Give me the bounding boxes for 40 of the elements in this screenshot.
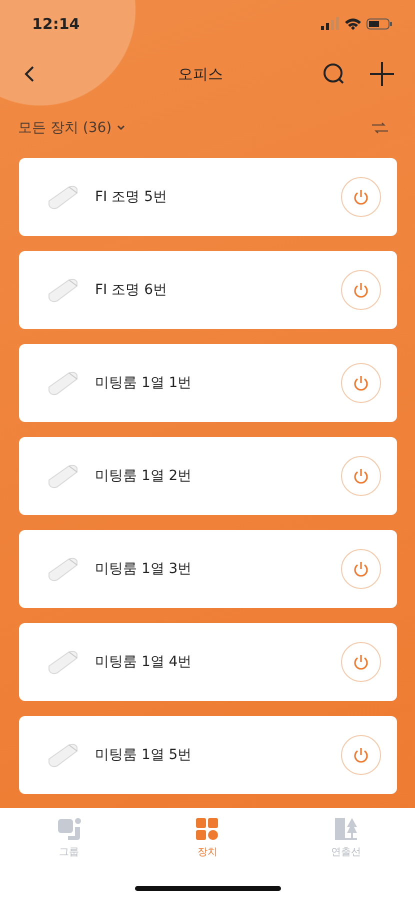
power-button[interactable]	[341, 270, 381, 310]
grid-icon	[195, 817, 220, 841]
power-icon	[352, 374, 370, 392]
device-card[interactable]: FI 조명 6번	[19, 251, 397, 329]
group-icon	[56, 817, 82, 841]
device-card[interactable]: 미팅룸 1열 3번	[19, 530, 397, 608]
signal-icon	[321, 17, 339, 30]
device-card[interactable]: 미팅룸 1열 4번	[19, 623, 397, 701]
status-time: 12:14	[32, 15, 80, 33]
device-card[interactable]: 미팅룸 1열 5번	[19, 716, 397, 794]
device-card[interactable]: 미팅룸 1열 2번	[19, 437, 397, 515]
power-button[interactable]	[341, 642, 381, 682]
device-name: FI 조명 6번	[95, 281, 168, 299]
power-icon	[352, 653, 370, 671]
plus-icon	[369, 61, 395, 87]
caret-icon	[116, 124, 126, 132]
power-icon	[352, 188, 370, 206]
device-name: FI 조명 5번	[95, 188, 168, 206]
page-title: 오피스	[177, 64, 224, 84]
power-icon	[352, 467, 370, 485]
device-name: 미팅룸 1열 4번	[95, 653, 193, 671]
power-icon	[352, 746, 370, 764]
battery-icon	[366, 18, 392, 30]
device-card[interactable]: FI 조명 5번	[19, 158, 397, 236]
power-button[interactable]	[341, 549, 381, 589]
device-name: 미팅룸 1열 3번	[95, 560, 193, 578]
device-card[interactable]: 미팅룸 1열 1번	[19, 344, 397, 422]
device-filter-dropdown[interactable]: 모든 장치 (36)	[18, 119, 126, 137]
power-button[interactable]	[341, 735, 381, 775]
power-icon	[352, 281, 370, 299]
scene-icon	[332, 817, 359, 841]
sort-icon	[371, 121, 389, 135]
power-button[interactable]	[341, 363, 381, 403]
power-button[interactable]	[341, 456, 381, 496]
device-name: 미팅룸 1열 2번	[95, 467, 193, 485]
power-icon	[352, 560, 370, 578]
wifi-icon	[345, 18, 361, 30]
device-name: 미팅룸 1열 1번	[95, 374, 193, 392]
power-button[interactable]	[341, 177, 381, 217]
device-name: 미팅룸 1열 5번	[95, 746, 193, 764]
